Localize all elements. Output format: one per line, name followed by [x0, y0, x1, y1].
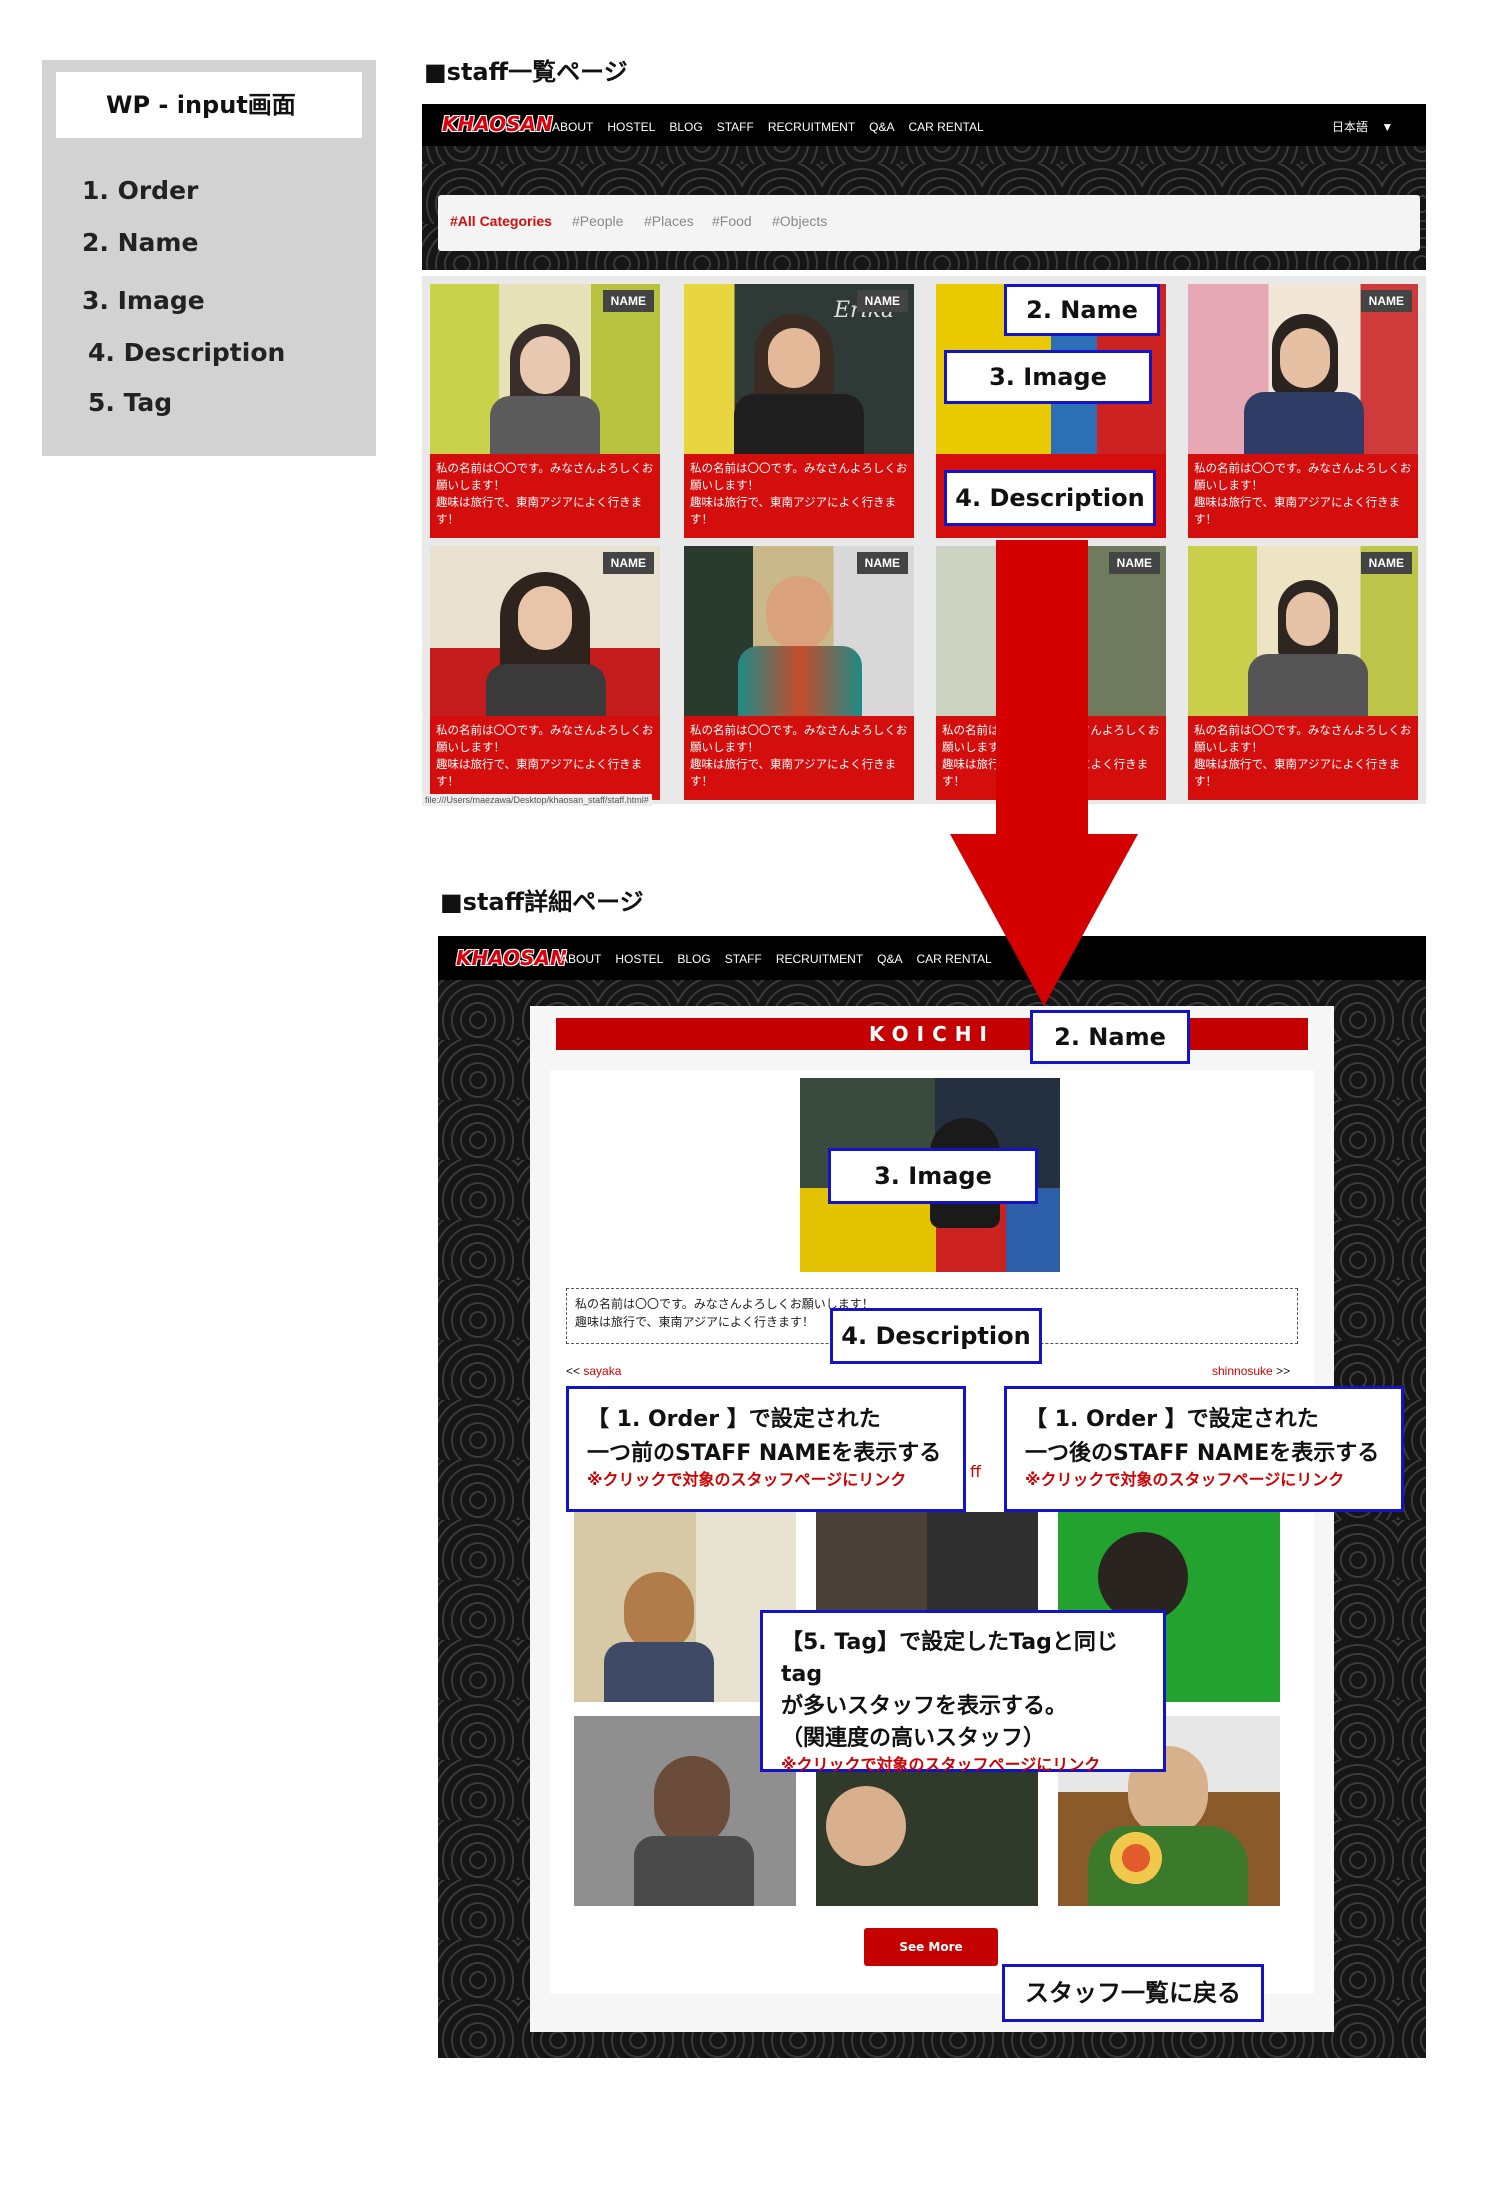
- nav-staff[interactable]: STAFF: [717, 120, 754, 134]
- nav-qa[interactable]: Q&A: [877, 952, 902, 966]
- list-logo[interactable]: KHAOSAN: [442, 112, 553, 136]
- language-select[interactable]: 日本語 ▼: [1332, 118, 1393, 135]
- nav-blog[interactable]: BLOG: [677, 952, 710, 966]
- annotation-related-tags: 【5. Tag】で設定したTagと同じtag が多いスタッフを表示する。 （関連…: [760, 1610, 1166, 1774]
- wp-item-tag: 5. Tag: [88, 388, 173, 417]
- staff-card[interactable]: NAME 私の名前は〇〇です。みなさんよろしくお願いします！ 趣味は旅行で、東南…: [684, 546, 914, 800]
- name-badge: NAME: [602, 552, 654, 574]
- staff-description: 私の名前は〇〇です。みなさんよろしくお願いします！ 趣味は旅行で、東南アジアによ…: [436, 723, 654, 788]
- nav-staff[interactable]: STAFF: [725, 952, 762, 966]
- next-staff-link[interactable]: shinnosuke >>: [1212, 1364, 1290, 1378]
- detail-navbar: KHAOSAN ABOUT HOSTEL BLOG STAFF RECRUITM…: [438, 936, 1426, 980]
- wp-item-image: 3. Image: [82, 286, 205, 315]
- name-badge: NAME: [856, 290, 908, 312]
- annotation-description: 4. Description: [830, 1308, 1042, 1364]
- related-staff-heading: ff: [970, 1462, 982, 1481]
- name-badge: NAME: [856, 552, 908, 574]
- annotation-name: 2. Name: [1004, 284, 1160, 336]
- staff-card[interactable]: NAME 私の名前は〇〇です。みなさんよろしくお願いします！ 趣味は旅行で、東南…: [1188, 546, 1418, 800]
- category-places[interactable]: #Places: [644, 213, 694, 229]
- nav-about[interactable]: ABOUT: [552, 120, 593, 134]
- status-url: file:///Users/maezawa/Desktop/khaosan_st…: [422, 794, 652, 806]
- list-nav-links: ABOUT HOSTEL BLOG STAFF RECRUITMENT Q&A …: [552, 120, 984, 134]
- nav-blog[interactable]: BLOG: [669, 120, 702, 134]
- list-section-title: ■staff一覧ページ: [424, 58, 628, 86]
- category-people[interactable]: #People: [572, 213, 623, 229]
- staff-description: 私の名前は〇〇です。みなさんよろしくお願いします！ 趣味は旅行で、東南アジアによ…: [690, 723, 908, 788]
- annotation-next-staff: 【 1. Order 】で設定された 一つ後のSTAFF NAMEを表示する ※…: [1004, 1386, 1404, 1512]
- detail-nav-links: ABOUT HOSTEL BLOG STAFF RECRUITMENT Q&A …: [560, 952, 992, 966]
- annotation-prev-staff: 【 1. Order 】で設定された 一つ前のSTAFF NAMEを表示する ※…: [566, 1386, 966, 1512]
- nav-car-rental[interactable]: CAR RENTAL: [909, 120, 984, 134]
- nav-recruitment[interactable]: RECRUITMENT: [776, 952, 863, 966]
- nav-about[interactable]: ABOUT: [560, 952, 601, 966]
- list-navbar: KHAOSAN ABOUT HOSTEL BLOG STAFF RECRUITM…: [422, 104, 1426, 146]
- category-food[interactable]: #Food: [712, 213, 752, 229]
- wp-panel-title: WP - input画面: [56, 72, 362, 138]
- staff-card[interactable]: NAME 私の名前は〇〇です。みなさんよろしくお願いします！ 趣味は旅行で、東南…: [430, 284, 660, 538]
- name-badge: NAME: [1360, 290, 1412, 312]
- nav-hostel[interactable]: HOSTEL: [615, 952, 663, 966]
- name-badge: NAME: [1360, 552, 1412, 574]
- annotation-image: 3. Image: [944, 350, 1152, 404]
- wp-input-panel: WP - input画面 1. Order 2. Name 3. Image 4…: [42, 60, 376, 456]
- category-filter: #All Categories #People #Places #Food #O…: [438, 195, 1420, 251]
- staff-description: 私の名前は〇〇です。みなさんよろしくお願いします！ 趣味は旅行で、東南アジアによ…: [1194, 461, 1412, 526]
- flow-arrow-icon: [950, 834, 1138, 1006]
- annotation-description: 4. Description: [944, 470, 1156, 526]
- wp-item-description: 4. Description: [88, 338, 286, 367]
- flow-arrow-shaft: [996, 540, 1088, 840]
- staff-card[interactable]: NAME 私の名前は〇〇です。みなさんよろしくお願いします！ 趣味は旅行で、東南…: [1188, 284, 1418, 538]
- staff-name-heading: KOICHI: [556, 1018, 1308, 1050]
- wp-item-order: 1. Order: [82, 176, 199, 205]
- nav-hostel[interactable]: HOSTEL: [607, 120, 655, 134]
- prev-staff-link[interactable]: << sayaka: [566, 1364, 621, 1378]
- language-label: 日本語: [1332, 120, 1369, 134]
- category-all[interactable]: #All Categories: [450, 213, 552, 229]
- detail-logo[interactable]: KHAOSAN: [456, 946, 567, 970]
- staff-card[interactable]: NAME 私の名前は〇〇です。みなさんよろしくお願いします！ 趣味は旅行で、東南…: [430, 546, 660, 800]
- nav-recruitment[interactable]: RECRUITMENT: [768, 120, 855, 134]
- see-more-button[interactable]: See More: [864, 1928, 998, 1966]
- annotation-name: 2. Name: [1030, 1010, 1190, 1064]
- annotation-image: 3. Image: [828, 1148, 1038, 1204]
- staff-description: 私の名前は〇〇です。みなさんよろしくお願いします！ 趣味は旅行で、東南アジアによ…: [1194, 723, 1412, 788]
- nav-qa[interactable]: Q&A: [869, 120, 894, 134]
- staff-description: 私の名前は〇〇です。みなさんよろしくお願いします！ 趣味は旅行で、東南アジアによ…: [436, 461, 654, 526]
- chevron-down-icon: ▼: [1381, 120, 1394, 134]
- detail-section-title: ■staff詳細ページ: [440, 888, 644, 916]
- name-badge: NAME: [602, 290, 654, 312]
- staff-description: 私の名前は〇〇です。みなさんよろしくお願いします！ 趣味は旅行で、東南アジアによ…: [690, 461, 908, 526]
- category-objects[interactable]: #Objects: [772, 213, 827, 229]
- staff-card[interactable]: Erika NAME 私の名前は〇〇です。みなさんよろしくお願いします！ 趣味は…: [684, 284, 914, 538]
- name-badge: NAME: [1108, 552, 1160, 574]
- annotation-back-to-list: スタッフ一覧に戻る: [1002, 1964, 1264, 2022]
- wp-item-name: 2. Name: [82, 228, 199, 257]
